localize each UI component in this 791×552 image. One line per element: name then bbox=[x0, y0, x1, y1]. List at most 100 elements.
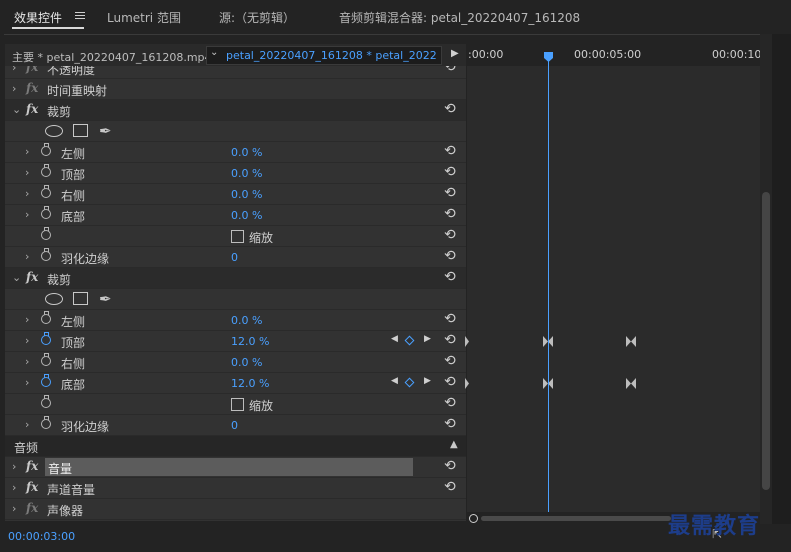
chevron-right-icon[interactable]: › bbox=[25, 208, 29, 221]
collapse-up-icon[interactable]: ▲ bbox=[450, 439, 458, 450]
rectangle-mask-icon[interactable] bbox=[73, 292, 88, 305]
stopwatch-icon[interactable] bbox=[41, 206, 51, 219]
sequence-clip-label[interactable]: petal_20220407_161208 * petal_202204... bbox=[226, 49, 436, 62]
param-value[interactable]: 0.0 % bbox=[231, 314, 262, 327]
param-value[interactable]: 0.0 % bbox=[231, 167, 262, 180]
audio-section-header[interactable]: 音频 ▲ bbox=[5, 436, 466, 457]
stopwatch-icon[interactable] bbox=[41, 416, 51, 429]
stopwatch-active-icon[interactable] bbox=[41, 332, 51, 345]
reset-icon[interactable]: ⟲ bbox=[444, 353, 456, 369]
chevron-down-icon[interactable]: ⌄ bbox=[12, 271, 21, 284]
reset-icon[interactable]: ⟲ bbox=[444, 164, 456, 180]
param-value[interactable]: 0.0 % bbox=[231, 209, 262, 222]
chevron-right-icon[interactable]: › bbox=[25, 313, 29, 326]
chevron-right-icon[interactable]: › bbox=[12, 502, 16, 515]
reset-icon[interactable]: ⟲ bbox=[444, 395, 456, 411]
param-row-bottom[interactable]: › 底部 0.0 % ⟲ bbox=[5, 205, 466, 226]
next-keyframe-icon[interactable]: ▶ bbox=[424, 334, 431, 344]
horizontal-scrollbar-thumb[interactable] bbox=[481, 516, 671, 521]
param-value[interactable]: 0.0 % bbox=[231, 356, 262, 369]
chevron-right-icon[interactable]: › bbox=[12, 481, 16, 494]
stopwatch-icon[interactable] bbox=[41, 185, 51, 198]
panel-menu-icon[interactable] bbox=[75, 12, 85, 19]
effect-row-volume[interactable]: › fx 音量 ⟲ bbox=[5, 457, 466, 478]
rectangle-mask-icon[interactable] bbox=[73, 124, 88, 137]
param-row-bottom[interactable]: › 底部 12.0 % ◀ ▶ ⟲ bbox=[5, 373, 466, 394]
fx-icon[interactable]: fx bbox=[26, 270, 38, 284]
param-row-feather[interactable]: › 羽化边缘 0 ⟲ bbox=[5, 247, 466, 268]
pen-mask-icon[interactable]: ✒ bbox=[99, 290, 112, 308]
param-row-right[interactable]: › 右侧 0.0 % ⟲ bbox=[5, 352, 466, 373]
tab-lumetri-scopes[interactable]: Lumetri 范围 bbox=[107, 9, 181, 26]
param-value[interactable]: 0.0 % bbox=[231, 188, 262, 201]
next-keyframe-icon[interactable]: ▶ bbox=[424, 376, 431, 386]
fx-icon[interactable]: fx bbox=[26, 480, 38, 494]
reset-icon[interactable]: ⟲ bbox=[444, 332, 456, 348]
pen-mask-icon[interactable]: ✒ bbox=[99, 122, 112, 140]
param-row-zoom[interactable]: 缩放 ⟲ bbox=[5, 394, 466, 415]
reset-icon[interactable]: ⟲ bbox=[444, 143, 456, 159]
chevron-right-icon[interactable]: › bbox=[25, 355, 29, 368]
playhead-line[interactable] bbox=[548, 60, 549, 512]
stopwatch-active-icon[interactable] bbox=[41, 374, 51, 387]
reset-icon[interactable]: ⟲ bbox=[444, 416, 456, 432]
param-row-zoom[interactable]: 缩放 ⟲ bbox=[5, 226, 466, 247]
reset-icon[interactable]: ⟲ bbox=[444, 101, 456, 117]
ellipse-mask-icon[interactable] bbox=[45, 293, 63, 305]
reset-icon[interactable]: ⟲ bbox=[444, 66, 456, 75]
chevron-right-icon[interactable]: › bbox=[12, 82, 16, 95]
reset-icon[interactable]: ⟲ bbox=[444, 206, 456, 222]
reset-icon[interactable]: ⟲ bbox=[444, 227, 456, 243]
fx-icon[interactable]: fx bbox=[26, 459, 38, 473]
reset-icon[interactable]: ⟲ bbox=[444, 479, 456, 495]
effect-row-crop[interactable]: ⌄ fx 裁剪 ⟲ bbox=[5, 268, 466, 289]
fx-icon[interactable]: fx bbox=[26, 501, 38, 515]
effect-row-opacity[interactable]: › fx 不透明度 ⟲ bbox=[5, 66, 466, 79]
tab-audio-clip-mixer[interactable]: 音频剪辑混合器: petal_20220407_161208 bbox=[339, 9, 580, 26]
reset-icon[interactable]: ⟲ bbox=[444, 311, 456, 327]
chevron-right-icon[interactable]: › bbox=[25, 187, 29, 200]
stopwatch-icon[interactable] bbox=[41, 143, 51, 156]
reset-icon[interactable]: ⟲ bbox=[444, 269, 456, 285]
ellipse-mask-icon[interactable] bbox=[45, 125, 63, 137]
zoom-checkbox[interactable] bbox=[231, 230, 244, 243]
chevron-right-icon[interactable]: › bbox=[12, 66, 16, 74]
param-value[interactable]: 0 bbox=[231, 251, 238, 264]
param-value[interactable]: 0.0 % bbox=[231, 146, 262, 159]
param-row-top[interactable]: › 顶部 12.0 % ◀ ▶ ⟲ bbox=[5, 331, 466, 352]
prev-keyframe-icon[interactable]: ◀ bbox=[391, 376, 398, 386]
zoom-checkbox[interactable] bbox=[231, 398, 244, 411]
stopwatch-icon[interactable] bbox=[41, 248, 51, 261]
keyframe-marker[interactable] bbox=[464, 378, 474, 389]
keyframe-marker[interactable] bbox=[626, 336, 636, 347]
fx-icon[interactable]: fx bbox=[26, 66, 38, 74]
chevron-right-icon[interactable]: › bbox=[12, 460, 16, 473]
chevron-down-icon[interactable]: ⌄ bbox=[210, 47, 218, 58]
keyframe-marker[interactable] bbox=[464, 336, 474, 347]
param-row-left[interactable]: › 左侧 0.0 % ⟲ bbox=[5, 310, 466, 331]
stopwatch-icon[interactable] bbox=[41, 164, 51, 177]
param-row-right[interactable]: › 右侧 0.0 % ⟲ bbox=[5, 184, 466, 205]
effect-row-panner[interactable]: › fx 声像器 bbox=[5, 499, 466, 520]
vertical-scrollbar-thumb[interactable] bbox=[762, 192, 770, 490]
tab-source[interactable]: 源:（无剪辑） bbox=[219, 9, 295, 26]
fx-icon[interactable]: fx bbox=[26, 102, 38, 116]
effect-row-channel-volume[interactable]: › fx 声道音量 ⟲ bbox=[5, 478, 466, 499]
param-row-feather[interactable]: › 羽化边缘 0 ⟲ bbox=[5, 415, 466, 436]
chevron-right-icon[interactable]: › bbox=[25, 418, 29, 431]
effect-row-crop[interactable]: ⌄ fx 裁剪 ⟲ bbox=[5, 100, 466, 121]
chevron-right-icon[interactable]: › bbox=[25, 250, 29, 263]
param-row-top[interactable]: › 顶部 0.0 % ⟲ bbox=[5, 163, 466, 184]
param-value[interactable]: 12.0 % bbox=[231, 335, 269, 348]
show-timeline-arrow-icon[interactable]: ▶ bbox=[451, 48, 459, 59]
param-value[interactable]: 0 bbox=[231, 419, 238, 432]
master-clip-label[interactable]: 主要 * petal_20220407_161208.mp4 bbox=[12, 49, 212, 65]
stopwatch-icon[interactable] bbox=[41, 227, 51, 240]
add-keyframe-icon[interactable] bbox=[404, 335, 415, 346]
add-keyframe-icon[interactable] bbox=[404, 377, 415, 388]
chevron-right-icon[interactable]: › bbox=[25, 145, 29, 158]
effect-row-time-remap[interactable]: › fx 时间重映射 bbox=[5, 79, 466, 100]
tab-effect-controls[interactable]: 效果控件 bbox=[14, 9, 62, 26]
reset-icon[interactable]: ⟲ bbox=[444, 374, 456, 390]
fx-icon[interactable]: fx bbox=[26, 81, 38, 95]
